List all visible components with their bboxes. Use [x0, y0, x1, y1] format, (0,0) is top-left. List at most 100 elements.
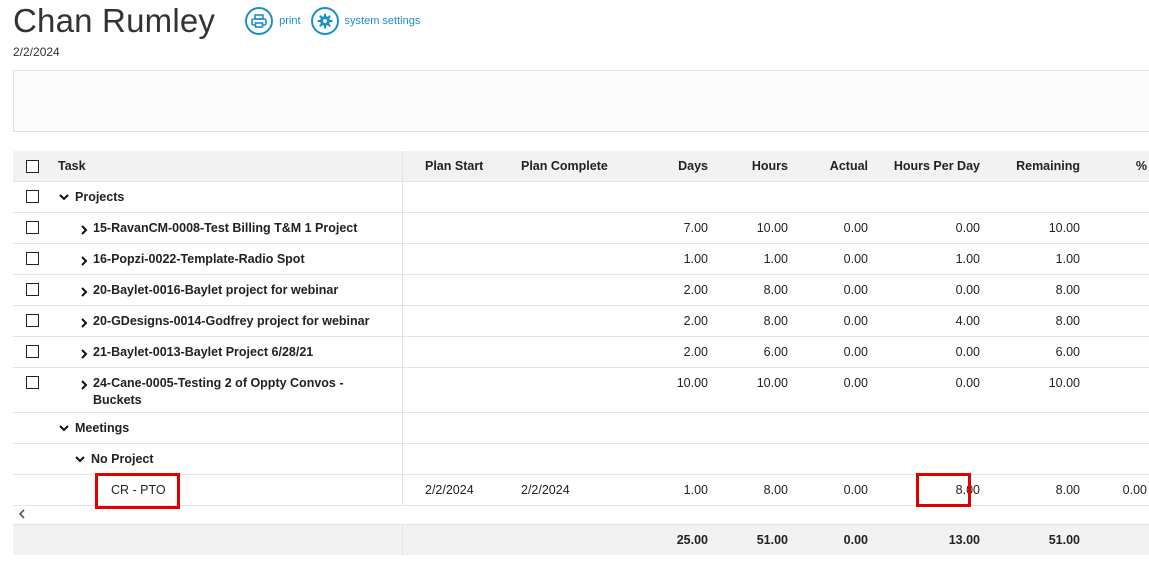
remaining-cell: 6.00: [1055, 345, 1080, 359]
col-days[interactable]: Days: [638, 159, 708, 173]
task-grid: Task Plan Start Plan Complete Days Hours…: [13, 151, 1149, 555]
highlight-task-name: [95, 473, 180, 509]
table-row: 15-RavanCM-0008-Test Billing T&M 1 Proje…: [13, 213, 1149, 244]
col-actual[interactable]: Actual: [788, 159, 868, 173]
col-remaining[interactable]: Remaining: [980, 159, 1080, 173]
group-row-projects: Projects: [13, 182, 1149, 213]
row-checkbox[interactable]: [26, 283, 39, 296]
col-plan-start[interactable]: Plan Start: [403, 159, 505, 173]
hours-per-day-cell: 4.00: [955, 314, 980, 328]
task-cell: Projects: [13, 182, 403, 212]
plan-complete-cell: [505, 337, 638, 345]
actual-cell: 0.00: [843, 376, 868, 390]
group-row-meetings: Meetings: [13, 413, 1149, 444]
remaining-cell: 8.00: [1055, 483, 1080, 497]
hours-per-day-cell: 0.00: [955, 345, 980, 359]
task-cell: 20-Baylet-0016-Baylet project for webina…: [13, 275, 403, 305]
days-cell: 1.00: [683, 252, 708, 266]
task-label[interactable]: 20-GDesigns-0014-Godfrey project for web…: [93, 306, 369, 330]
percent-cell: [1080, 337, 1147, 345]
row-checkbox[interactable]: [26, 376, 39, 389]
grid-header-row: Task Plan Start Plan Complete Days Hours…: [13, 151, 1149, 182]
plan-start-cell: [403, 306, 505, 314]
col-plan-complete[interactable]: Plan Complete: [505, 159, 638, 173]
task-label[interactable]: 15-RavanCM-0008-Test Billing T&M 1 Proje…: [93, 213, 357, 237]
task-label[interactable]: Meetings: [75, 413, 129, 437]
task-label[interactable]: 16-Popzi-0022-Template-Radio Spot: [93, 244, 305, 268]
hours-cell: 10.00: [756, 221, 788, 235]
plan-start-cell[interactable]: 2/2/2024: [403, 475, 505, 497]
select-all-checkbox[interactable]: [26, 159, 39, 173]
remaining-cell: 8.00: [1055, 314, 1080, 328]
total-days: 25.00: [676, 533, 708, 547]
page-title: Chan Rumley: [13, 2, 216, 39]
total-actual: 0.00: [843, 533, 868, 547]
chevron-right-icon[interactable]: [77, 223, 91, 237]
task-cell: 20-GDesigns-0014-Godfrey project for web…: [13, 306, 403, 336]
chevron-right-icon[interactable]: [77, 285, 91, 299]
row-checkbox[interactable]: [26, 314, 39, 327]
plan-complete-cell[interactable]: 2/2/2024: [505, 475, 638, 497]
plan-start-cell: [403, 244, 505, 252]
task-cell: Meetings: [13, 413, 403, 443]
col-hours-per-day[interactable]: Hours Per Day: [868, 159, 980, 173]
chevron-right-icon[interactable]: [77, 378, 91, 392]
system-settings-button[interactable]: system settings: [310, 7, 421, 35]
chevron-down-icon[interactable]: [57, 421, 71, 435]
hours-cell: 8.00: [763, 483, 788, 497]
row-checkbox[interactable]: [26, 221, 39, 234]
table-row-pto: CR - PTO 2/2/2024 2/2/2024 1.00 8.00 0.0…: [13, 475, 1149, 506]
col-hours[interactable]: Hours: [708, 159, 788, 173]
totals-task-cell: [13, 525, 403, 555]
page-date: 2/2/2024: [13, 45, 60, 59]
task-label[interactable]: No Project: [91, 444, 154, 468]
task-cell: 15-RavanCM-0008-Test Billing T&M 1 Proje…: [13, 213, 403, 243]
plan-start-cell: [403, 368, 505, 376]
row-checkbox[interactable]: [26, 190, 39, 203]
highlight-hours-per-day: [916, 473, 971, 507]
table-row: 16-Popzi-0022-Template-Radio Spot 1.00 1…: [13, 244, 1149, 275]
system-settings-link: system settings: [344, 15, 421, 27]
col-percent[interactable]: %: [1080, 159, 1147, 173]
page-header: Chan Rumley print system settings: [13, 2, 420, 40]
col-task[interactable]: Task: [58, 159, 86, 173]
task-cell: No Project: [13, 444, 403, 474]
table-row: 20-GDesigns-0014-Godfrey project for web…: [13, 306, 1149, 337]
plan-complete-cell: [505, 368, 638, 376]
chevron-left-icon[interactable]: [18, 506, 26, 524]
days-cell: 2.00: [683, 345, 708, 359]
task-label[interactable]: 21-Baylet-0013-Baylet Project 6/28/21: [93, 337, 313, 361]
actual-cell: 0.00: [843, 221, 868, 235]
hours-per-day-cell: 0.00: [955, 221, 980, 235]
horizontal-scrollbar[interactable]: [13, 506, 1149, 525]
chevron-right-icon[interactable]: [77, 347, 91, 361]
days-cell: 7.00: [683, 221, 708, 235]
row-checkbox[interactable]: [26, 252, 39, 265]
hours-cell: 6.00: [763, 345, 788, 359]
days-cell: 1.00: [683, 483, 708, 497]
task-label[interactable]: 20-Baylet-0016-Baylet project for webina…: [93, 275, 338, 299]
chevron-right-icon[interactable]: [77, 254, 91, 268]
days-cell: 10.00: [676, 376, 708, 390]
notes-panel: [13, 70, 1149, 132]
hours-per-day-cell: 1.00: [955, 252, 980, 266]
percent-cell: [1080, 213, 1147, 221]
row-checkbox[interactable]: [26, 345, 39, 358]
total-remaining: 51.00: [1048, 533, 1080, 547]
print-button[interactable]: print: [245, 7, 301, 35]
percent-cell: [1080, 275, 1147, 283]
task-label[interactable]: Projects: [75, 182, 124, 206]
chevron-down-icon[interactable]: [73, 452, 87, 466]
chevron-right-icon[interactable]: [77, 316, 91, 330]
actual-cell: 0.00: [843, 283, 868, 297]
hours-cell: 8.00: [763, 314, 788, 328]
percent-cell: 0.00: [1122, 483, 1147, 497]
chevron-down-icon[interactable]: [57, 190, 71, 204]
gear-icon: [310, 7, 339, 35]
printer-icon: [245, 7, 274, 35]
remaining-cell: 8.00: [1055, 283, 1080, 297]
table-row: 20-Baylet-0016-Baylet project for webina…: [13, 275, 1149, 306]
task-cell: 24-Cane-0005-Testing 2 of Oppty Convos -…: [13, 368, 403, 412]
total-hours: 51.00: [756, 533, 788, 547]
task-label[interactable]: 24-Cane-0005-Testing 2 of Oppty Convos -…: [93, 368, 353, 409]
